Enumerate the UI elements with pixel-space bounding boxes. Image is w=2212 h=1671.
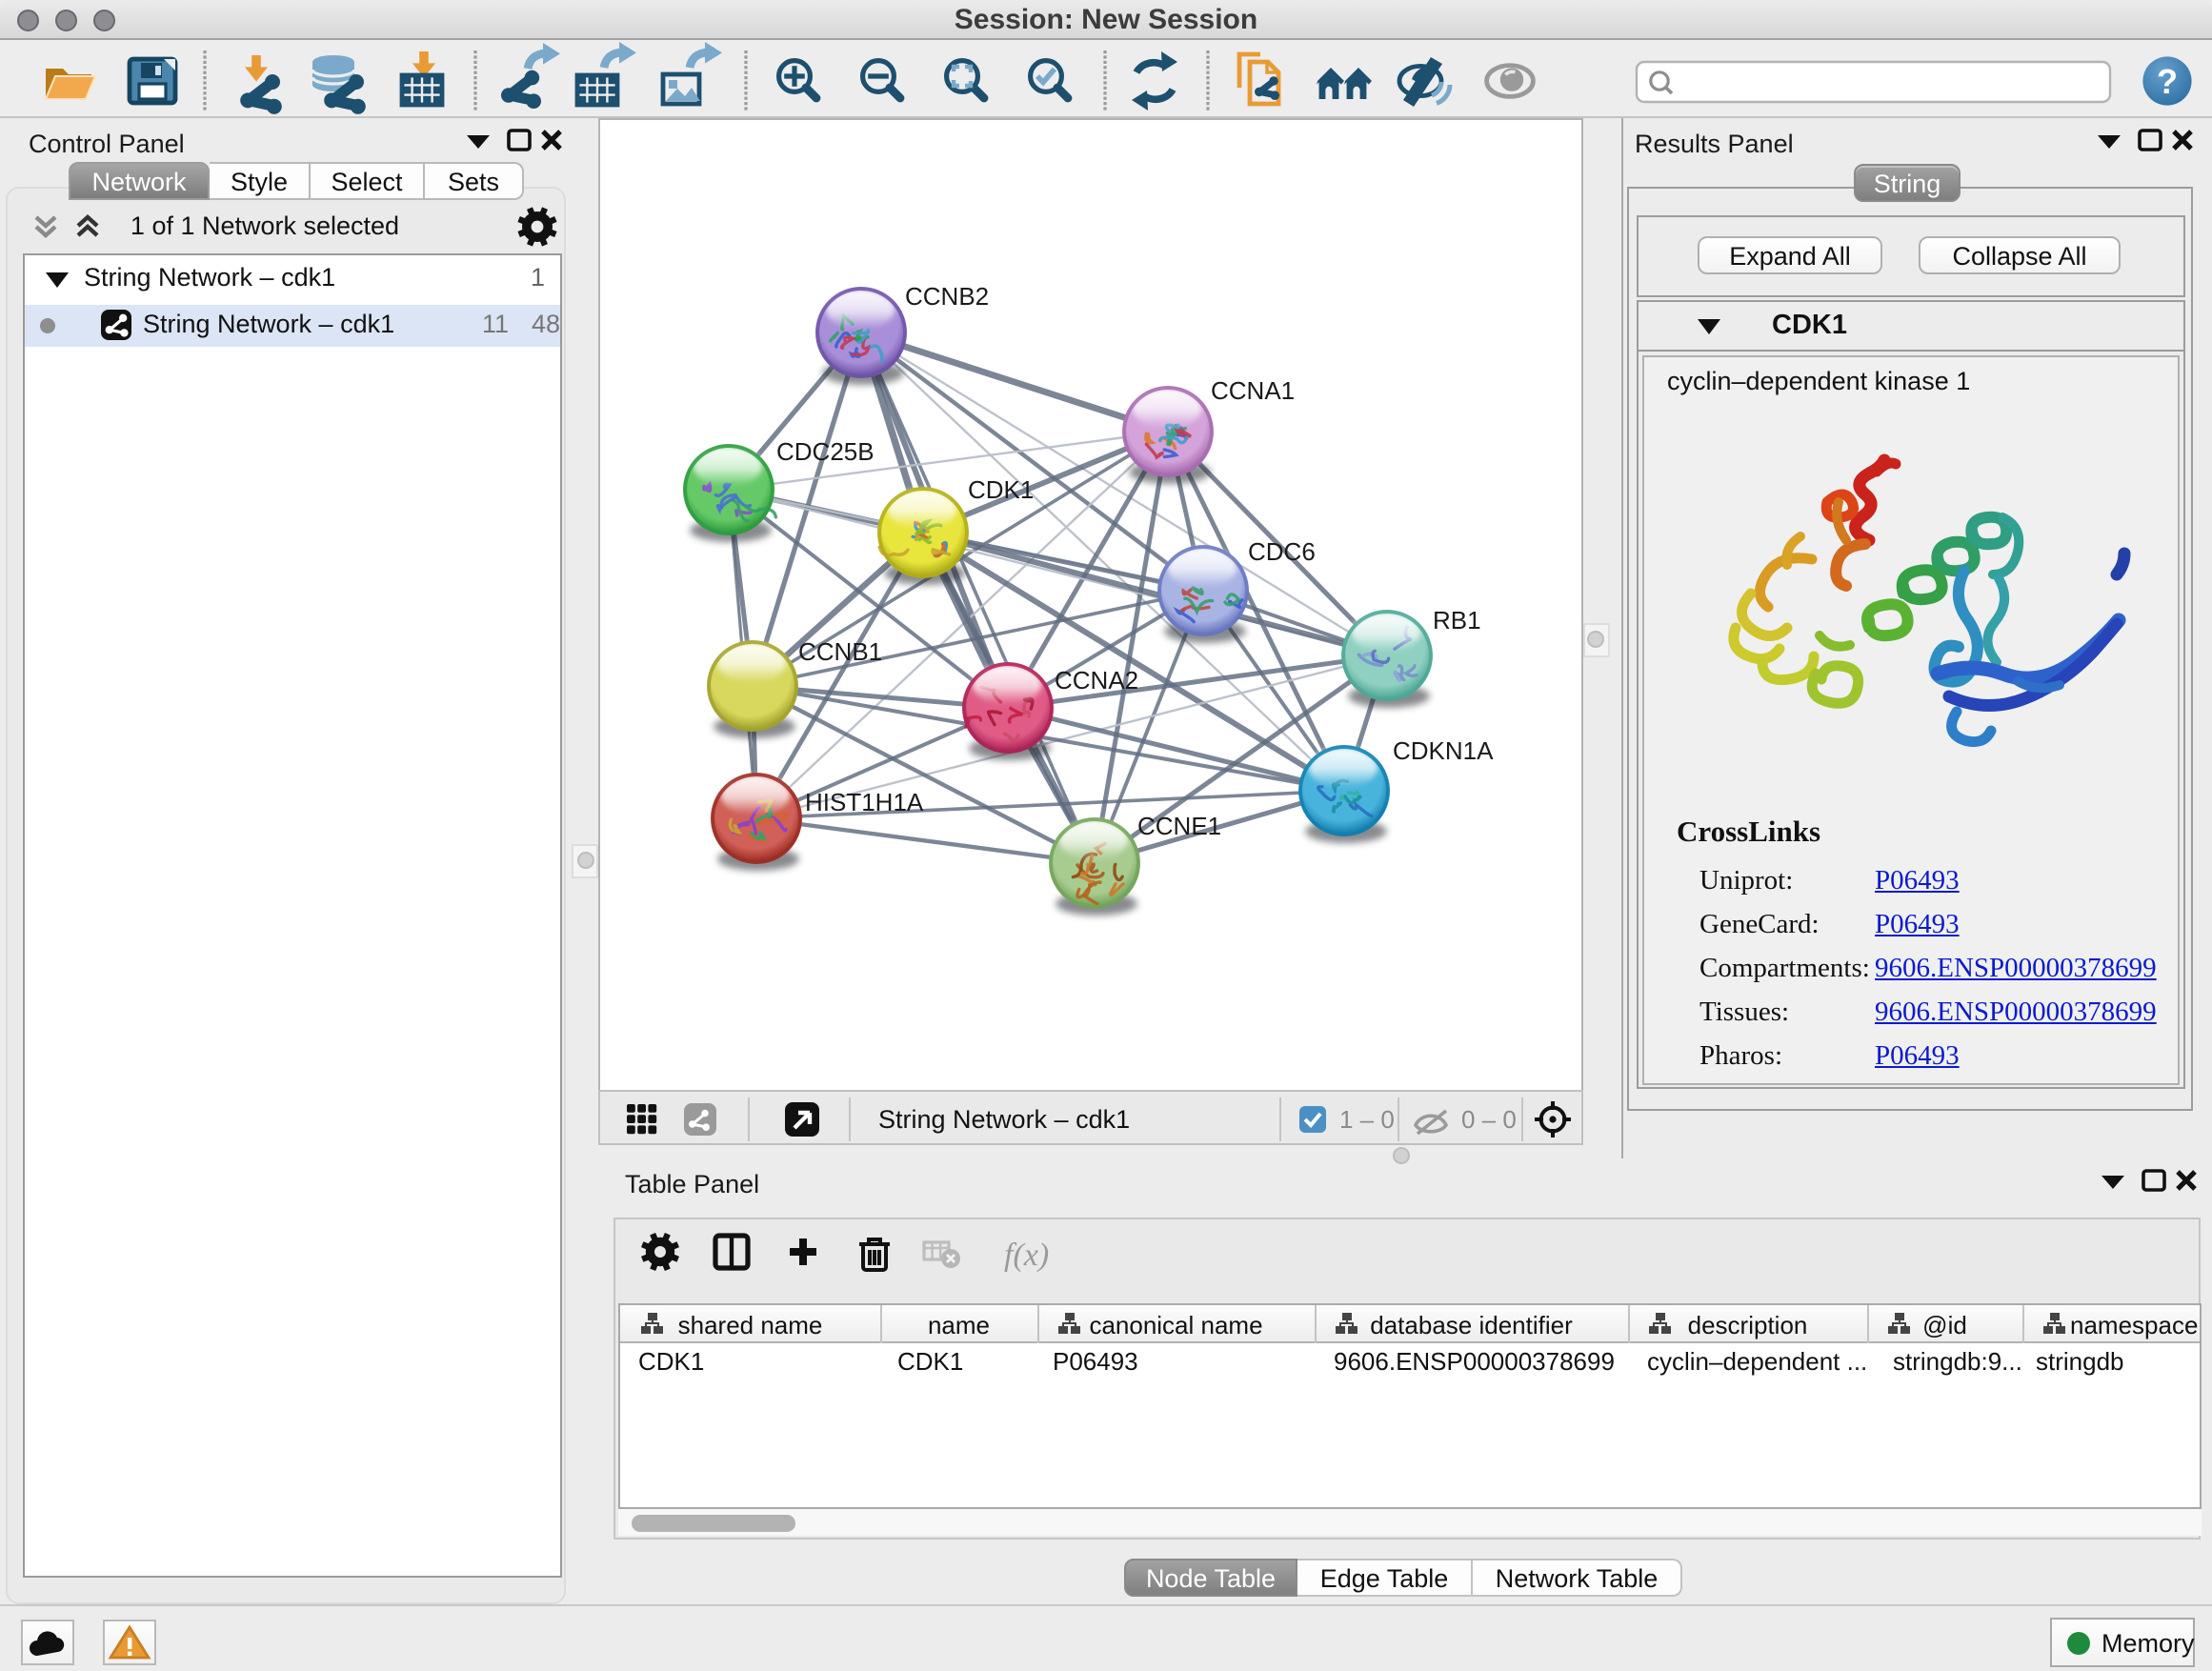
svg-text:0 – 0: 0 – 0: [1461, 1105, 1517, 1134]
svg-text:CCNA2: CCNA2: [1055, 666, 1138, 695]
svg-text:CCNA1: CCNA1: [1211, 376, 1295, 405]
svg-text:CDKN1A: CDKN1A: [1393, 736, 1494, 765]
svg-text:CCNB2: CCNB2: [905, 282, 989, 311]
svg-text:CCNB1: CCNB1: [798, 637, 882, 666]
svg-text:?: ?: [2157, 62, 2178, 101]
svg-text:f(x): f(x): [1004, 1238, 1049, 1273]
svg-text:1 – 0: 1 – 0: [1339, 1105, 1395, 1134]
svg-text:HIST1H1A: HIST1H1A: [805, 788, 924, 816]
svg-text:RB1: RB1: [1433, 606, 1481, 634]
svg-text:CDC6: CDC6: [1248, 537, 1316, 566]
svg-text:CDK1: CDK1: [968, 475, 1034, 504]
svg-text:CDC25B: CDC25B: [776, 437, 875, 466]
svg-text:CCNE1: CCNE1: [1137, 812, 1221, 840]
svg-text:String Network – cdk1: String Network – cdk1: [878, 1105, 1130, 1134]
